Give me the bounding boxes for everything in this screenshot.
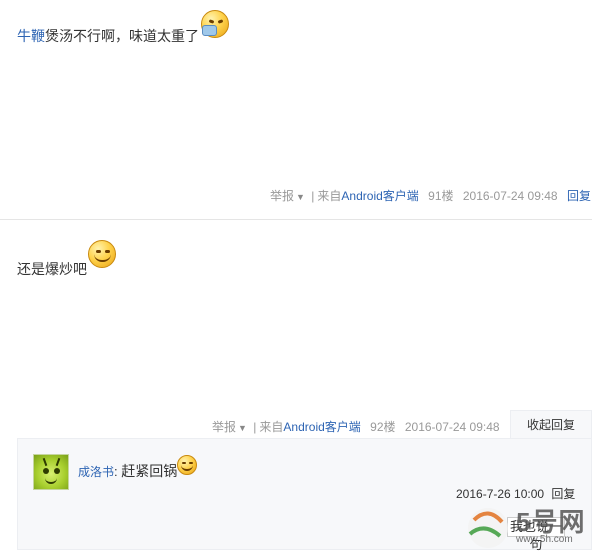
- sub-reply-content: 成洛书: 赶紧回锅: [78, 461, 177, 481]
- post-time: 2016-07-24 09:48: [462, 189, 558, 203]
- reply-button[interactable]: 回复: [567, 189, 591, 203]
- sub-reply-username[interactable]: 成洛书: [78, 465, 114, 479]
- post-92-tail: 举报 ▼ | 来自Android客户端 92楼 2016-07-24 09:48: [212, 418, 500, 435]
- sub-reply-text: 赶紧回锅: [121, 463, 178, 479]
- separator: |: [253, 420, 257, 434]
- report-link[interactable]: 举报 ▼: [212, 420, 247, 434]
- watermark-url: www.5h.com: [516, 534, 573, 545]
- source-client-link[interactable]: Android客户端: [283, 420, 360, 434]
- post-91-content: 牛鞭煲汤不行啊，味道太重了: [17, 26, 199, 46]
- grin-emoji-icon: [177, 455, 197, 475]
- post-91-username[interactable]: 牛鞭: [17, 28, 45, 44]
- post-time: 2016-07-24 09:48: [404, 420, 500, 434]
- post-92-text: 还是爆炒吧: [17, 261, 87, 277]
- report-link[interactable]: 举报 ▼: [270, 189, 305, 203]
- sub-reply-reply-button[interactable]: 回复: [551, 487, 575, 501]
- grin-emoji-icon: [88, 240, 116, 268]
- collapse-replies-button[interactable]: 收起回复: [510, 410, 592, 438]
- post-91-text: 煲汤不行啊，味道太重了: [45, 28, 199, 44]
- sub-reply-time: 2016-7-26 10:00: [456, 487, 545, 501]
- post-91-tail: 举报 ▼ | 来自Android客户端 91楼 2016-07-24 09:48 回…: [270, 187, 591, 204]
- source-prefix: 来自: [317, 189, 342, 203]
- sick-face-emoji-icon: [201, 10, 229, 38]
- floor-number: 92楼: [370, 420, 396, 434]
- source-client-link[interactable]: Android客户端: [341, 189, 418, 203]
- site-watermark: 5号网 www.5h.com: [460, 500, 592, 550]
- source-prefix: 来自: [259, 420, 284, 434]
- floor-number: 91楼: [428, 189, 454, 203]
- avatar[interactable]: [33, 454, 69, 490]
- sub-reply-colon: :: [114, 464, 118, 479]
- separator: |: [311, 189, 315, 203]
- post-divider: [0, 219, 592, 220]
- caret-down-icon: ▼: [238, 423, 247, 433]
- caret-down-icon: ▼: [296, 192, 305, 202]
